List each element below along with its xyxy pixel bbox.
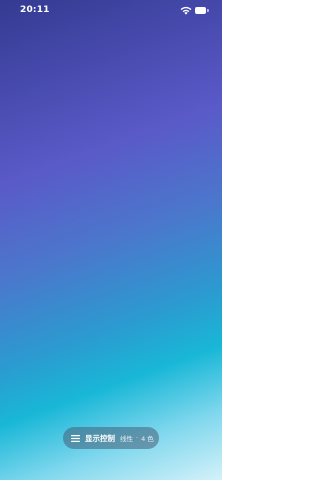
status-time: 20:11 [20, 5, 50, 15]
menu-icon [71, 434, 80, 442]
color-count-label: 4 色 [141, 435, 154, 443]
status-bar: 20:11 [0, 0, 222, 24]
gradient-screen: 20:11 显示控制 线性 · 4 色 [0, 0, 222, 480]
gradient-mode-label: 线性 [120, 435, 133, 443]
separator-dot: · [136, 434, 139, 442]
wifi-icon [180, 6, 192, 15]
display-control-label: 显示控制 [85, 433, 115, 443]
display-control-button[interactable]: 显示控制 线性 · 4 色 [63, 427, 159, 449]
battery-icon [195, 7, 209, 14]
